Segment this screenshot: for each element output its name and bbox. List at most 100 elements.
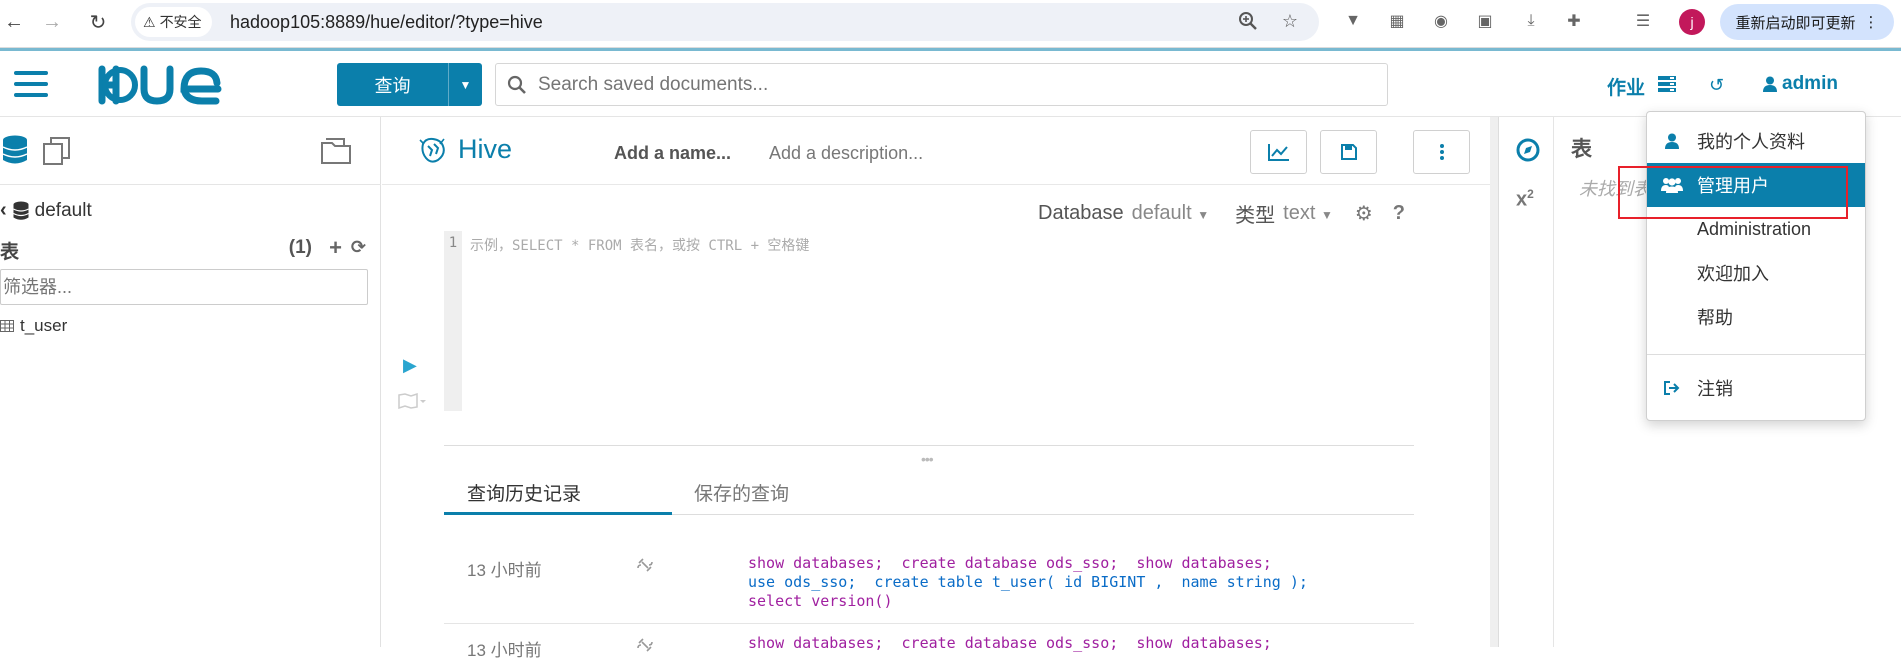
tab-query-history[interactable]: 查询历史记录 bbox=[467, 479, 581, 506]
more-vert-icon bbox=[1439, 144, 1444, 160]
zoom-icon[interactable] bbox=[1238, 11, 1260, 33]
menu-item-label: 欢迎加入 bbox=[1697, 264, 1769, 284]
search-input[interactable] bbox=[538, 73, 1358, 96]
extension-circle-icon[interactable]: ◉ bbox=[1430, 10, 1452, 32]
hamburger-menu-icon[interactable] bbox=[14, 71, 48, 97]
menu-item-label: 帮助 bbox=[1697, 308, 1733, 328]
editor-type-title: Hive bbox=[458, 134, 513, 164]
menu-divider bbox=[1647, 354, 1865, 355]
jobs-icon[interactable] bbox=[1658, 76, 1676, 92]
folder-open-icon[interactable] bbox=[320, 137, 354, 165]
media-queue-icon[interactable]: ☰ bbox=[1632, 10, 1654, 32]
bookmark-star-icon[interactable]: ☆ bbox=[1279, 11, 1301, 33]
play-icon[interactable]: ▶ bbox=[403, 355, 417, 376]
tables-count: (1) bbox=[288, 237, 312, 258]
menu-item-label: 注销 bbox=[1697, 379, 1733, 399]
chart-button[interactable] bbox=[1250, 130, 1307, 174]
table-name[interactable]: t_user bbox=[20, 316, 67, 336]
tables-label: 表 bbox=[0, 242, 20, 263]
tab-saved-queries[interactable]: 保存的查询 bbox=[694, 479, 789, 506]
puzzle-icon[interactable]: ✚ bbox=[1563, 10, 1585, 32]
database-tab-icon[interactable] bbox=[2, 135, 28, 165]
search-box[interactable] bbox=[495, 63, 1388, 106]
table-filter-input[interactable] bbox=[0, 269, 368, 305]
help-icon[interactable]: ? bbox=[1393, 202, 1405, 225]
query-button[interactable]: 查询 ▼ bbox=[337, 63, 482, 106]
panel-splitter[interactable] bbox=[1490, 117, 1498, 647]
more-options-button[interactable] bbox=[1413, 130, 1470, 174]
tables-header: 表 (1) + ⟳ bbox=[0, 235, 368, 264]
history-query-line1-c: show databases; bbox=[1136, 634, 1272, 652]
history-query-line1-a: show databases; bbox=[748, 634, 884, 652]
save-icon bbox=[1340, 144, 1357, 160]
function-icon[interactable]: x2 bbox=[1516, 187, 1534, 212]
line-chart-icon bbox=[1267, 144, 1289, 161]
menu-item-logout[interactable]: 注销 bbox=[1647, 366, 1865, 410]
history-time: 13 小时前 bbox=[467, 561, 542, 580]
history-query[interactable]: show databases; create database ods_sso;… bbox=[748, 634, 1272, 653]
save-button[interactable] bbox=[1320, 130, 1377, 174]
query-description-field[interactable]: Add a description... bbox=[769, 143, 923, 164]
resize-handle[interactable]: ••• bbox=[921, 451, 934, 467]
reload-icon[interactable]: ↻ bbox=[84, 8, 112, 36]
history-row[interactable]: 13 小时前 show databases; create database o… bbox=[444, 544, 1414, 624]
caret-down-icon[interactable]: ▼ bbox=[449, 63, 482, 106]
extension-grid-icon[interactable]: ▦ bbox=[1386, 10, 1408, 32]
history-query[interactable]: show databases; create database ods_sso;… bbox=[748, 554, 1308, 611]
type-select[interactable]: text ▼ bbox=[1283, 202, 1333, 225]
code-placeholder[interactable]: 示例，SELECT * FROM 表名，或按 CTRL + 空格键 bbox=[470, 235, 809, 255]
user-icon bbox=[1647, 133, 1697, 149]
plus-icon[interactable]: + bbox=[329, 235, 342, 261]
user-name: admin bbox=[1782, 73, 1838, 94]
hue-logo[interactable] bbox=[96, 63, 230, 107]
address-bar[interactable]: ⚠ 不安全 hadoop105:8889/hue/editor/?type=hi… bbox=[131, 3, 1319, 41]
compass-icon[interactable] bbox=[1516, 138, 1540, 162]
editor-title: Hive bbox=[418, 134, 512, 165]
refresh-icon[interactable]: ⟳ bbox=[351, 237, 366, 258]
menu-item-help[interactable]: 帮助 bbox=[1647, 295, 1865, 339]
database-icon bbox=[12, 201, 29, 221]
history-row[interactable]: 13 小时前 show databases; create database o… bbox=[444, 624, 1414, 664]
chevron-left-icon[interactable]: ‹ bbox=[0, 199, 7, 222]
forward-icon[interactable]: → bbox=[38, 8, 66, 36]
database-breadcrumb[interactable]: ‹ default bbox=[0, 199, 92, 222]
jobs-link[interactable]: 作业 bbox=[1607, 73, 1645, 100]
table-list-item[interactable]: t_user bbox=[0, 316, 67, 336]
unlink-icon bbox=[636, 636, 654, 654]
warning-icon: ⚠ bbox=[143, 13, 156, 30]
editor-top-bar: Hive Add a name... Add a description... bbox=[382, 117, 1490, 185]
book-icon[interactable] bbox=[398, 393, 426, 409]
menu-item-welcome[interactable]: 欢迎加入 bbox=[1647, 251, 1865, 295]
query-name-field[interactable]: Add a name... bbox=[614, 143, 731, 164]
database-select[interactable]: default ▼ bbox=[1132, 202, 1210, 225]
gear-icon[interactable]: ⚙ bbox=[1355, 201, 1373, 226]
menu-item-profile[interactable]: 我的个人资料 bbox=[1647, 119, 1865, 163]
right-panel-title: 表 bbox=[1571, 138, 1592, 161]
back-icon[interactable]: ← bbox=[0, 8, 28, 36]
code-editor[interactable]: 1 示例，SELECT * FROM 表名，或按 CTRL + 空格键 bbox=[444, 231, 1444, 411]
search-icon bbox=[496, 75, 538, 95]
update-button[interactable]: 重新启动即可更新 ⋮ bbox=[1720, 4, 1894, 40]
database-label: Database bbox=[1038, 202, 1124, 224]
security-label: 不安全 bbox=[159, 14, 202, 30]
history-query-line1-b: create database ods_sso; bbox=[901, 634, 1119, 652]
download-icon[interactable]: ⤓ bbox=[1520, 10, 1542, 32]
hive-logo-icon bbox=[418, 136, 448, 164]
active-tab-underline bbox=[444, 512, 672, 515]
query-button-label[interactable]: 查询 bbox=[337, 63, 449, 106]
documents-tab-icon[interactable] bbox=[42, 137, 72, 165]
results-tabs: 查询历史记录 保存的查询 bbox=[444, 467, 1414, 515]
right-assist-strip: x2 bbox=[1499, 117, 1554, 647]
extension-v-icon[interactable]: ▼ bbox=[1342, 10, 1364, 32]
extension-game-icon[interactable]: ▣ bbox=[1474, 10, 1496, 32]
history-query-line3: select version() bbox=[748, 592, 893, 610]
security-chip[interactable]: ⚠ 不安全 bbox=[135, 7, 212, 37]
database-name[interactable]: default bbox=[35, 200, 92, 222]
unlink-icon bbox=[636, 556, 654, 574]
left-panel-tabs bbox=[0, 117, 381, 185]
table-icon bbox=[0, 320, 14, 332]
url-text[interactable]: hadoop105:8889/hue/editor/?type=hive bbox=[230, 12, 543, 33]
profile-avatar[interactable]: j bbox=[1679, 9, 1705, 35]
user-menu-toggle[interactable]: admin bbox=[1763, 73, 1838, 95]
history-icon[interactable]: ↺ bbox=[1709, 75, 1724, 96]
